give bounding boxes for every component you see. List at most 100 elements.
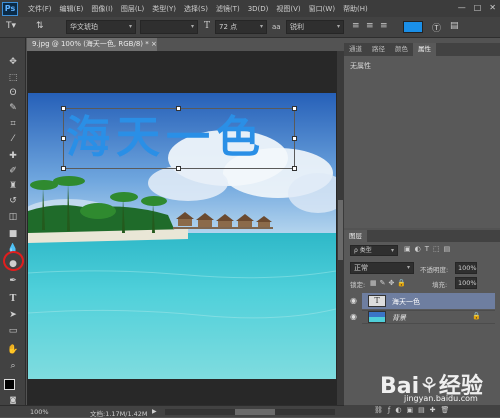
chevron-down-icon: ▾ (406, 264, 410, 271)
status-menu-arrow-icon[interactable]: ▶ (152, 408, 157, 415)
eyedropper-tool-icon[interactable]: ⁄ (6, 133, 20, 146)
text-bounding-box[interactable] (63, 108, 295, 169)
layer-name-background: 背景 (392, 314, 406, 322)
eye-icon[interactable]: ◉ (350, 296, 360, 305)
menu-view[interactable]: 视图(V) (276, 4, 300, 14)
horizontal-scrollbar-thumb[interactable] (235, 409, 275, 415)
marquee-tool-icon[interactable]: ⬚ (6, 72, 20, 85)
font-family-select[interactable]: 华文琥珀 ▾ (66, 20, 136, 34)
tab-properties[interactable]: 属性 (413, 43, 436, 56)
pen-tool-icon[interactable]: ✒ (6, 275, 20, 288)
watermark-url: jingyan.baidu.com (404, 394, 478, 403)
close-button[interactable]: ✕ (489, 3, 496, 12)
quick-select-tool-icon[interactable]: ✎ (6, 102, 20, 115)
character-panel-icon[interactable]: ▤ (450, 21, 459, 31)
blend-mode-value: 正常 (354, 264, 368, 272)
transform-handle[interactable] (61, 166, 66, 171)
crop-tool-icon[interactable]: ⌗ (6, 118, 20, 131)
properties-panel-tabs: 通道 路径 颜色 属性 (344, 43, 500, 56)
chevron-down-icon: ▾ (390, 247, 394, 254)
align-center-icon[interactable]: ≡ (366, 21, 374, 31)
warp-text-icon[interactable]: Ⓣ (432, 21, 441, 34)
history-brush-tool-icon[interactable]: ↺ (6, 195, 20, 208)
font-size-select[interactable]: 72 点 ▾ (215, 20, 267, 34)
layer-kind-value: ρ 类型 (354, 247, 372, 254)
blend-mode-select[interactable]: 正常 ▾ (350, 262, 414, 274)
text-orientation-icon[interactable]: ⇅ (36, 21, 44, 31)
tab-close-icon[interactable]: × (151, 40, 157, 48)
no-properties-label: 无属性 (350, 62, 371, 70)
menu-select[interactable]: 选择(S) (184, 4, 208, 14)
tab-color[interactable]: 颜色 (390, 43, 413, 56)
menu-filter[interactable]: 滤镜(T) (216, 4, 240, 14)
clone-stamp-tool-icon[interactable]: ♜ (6, 180, 20, 193)
zoom-level[interactable]: 100% (30, 408, 49, 416)
type-tool-preset-icon[interactable]: T▾ (6, 21, 16, 31)
menu-image[interactable]: 图像(I) (91, 4, 113, 14)
document-tab[interactable]: 9.jpg @ 100% (海天一色, RGB/8) * × (27, 38, 157, 51)
opacity-value: 100% (458, 264, 477, 272)
transform-handle[interactable] (292, 106, 297, 111)
eraser-tool-icon[interactable]: ◫ (6, 211, 20, 224)
layer-footer-icons[interactable]: ⛓ƒ◐▣▤✚🗑 (374, 406, 454, 414)
menu-3d[interactable]: 3D(D) (248, 5, 269, 13)
healing-brush-tool-icon[interactable]: ✚ (6, 150, 20, 163)
tab-paths[interactable]: 路径 (367, 43, 390, 56)
zoom-tool-icon[interactable]: ⌕ (6, 360, 20, 373)
chevron-down-icon: ▾ (128, 23, 132, 30)
font-family-value: 华文琥珀 (70, 23, 98, 31)
font-style-select[interactable]: ▾ (140, 20, 198, 34)
text-layer-thumbnail: T (368, 295, 386, 307)
hand-tool-icon[interactable]: ✋ (6, 344, 20, 357)
properties-panel-body (344, 56, 500, 228)
fill-label: 填充: (432, 281, 448, 289)
font-size-value: 72 点 (219, 23, 238, 31)
chevron-down-icon: ▾ (336, 23, 340, 30)
antialias-select[interactable]: 锐利 ▾ (286, 20, 344, 34)
menu-layer[interactable]: 图层(L) (121, 4, 144, 14)
opacity-label: 不透明度: (420, 266, 449, 274)
transform-handle[interactable] (292, 166, 297, 171)
tab-channels[interactable]: 通道 (344, 43, 367, 56)
transform-handle[interactable] (61, 106, 66, 111)
menu-bar: Ps 文件(F) 编辑(E) 图像(I) 图层(L) 类型(Y) 选择(S) 滤… (0, 0, 500, 17)
background-layer-thumbnail (368, 311, 386, 323)
eye-icon[interactable]: ◉ (350, 312, 360, 321)
gradient-tool-icon[interactable]: ■ (6, 228, 20, 241)
menu-edit[interactable]: 编辑(E) (60, 4, 84, 14)
lock-icon: 🔒 (472, 312, 481, 320)
transform-handle[interactable] (176, 106, 181, 111)
menu-type[interactable]: 类型(Y) (152, 4, 176, 14)
transform-handle[interactable] (292, 136, 297, 141)
type-tool-icon[interactable]: T (6, 293, 20, 306)
brush-tool-icon[interactable]: ✐ (6, 165, 20, 178)
minimize-button[interactable]: — (458, 3, 466, 12)
foreground-color-swatch[interactable] (4, 379, 15, 390)
tab-layers[interactable]: 图层 (344, 230, 367, 242)
opacity-field[interactable]: 100% (455, 262, 477, 274)
font-size-icon: T (204, 21, 211, 31)
lasso-tool-icon[interactable]: ʘ (6, 87, 20, 100)
fill-value: 100% (458, 279, 477, 287)
align-left-icon[interactable]: ≡ (352, 21, 360, 31)
move-tool-icon[interactable]: ✥ (6, 56, 20, 69)
layer-filter-icons[interactable]: ▣◐T⬚▤ (404, 245, 454, 253)
align-right-icon[interactable]: ≡ (380, 21, 388, 31)
transform-handle[interactable] (61, 136, 66, 141)
lock-icons[interactable]: ▦✎✥🔒 (370, 279, 409, 287)
transform-handle[interactable] (176, 166, 181, 171)
rectangle-tool-icon[interactable]: ▭ (6, 325, 20, 338)
menu-window[interactable]: 窗口(W) (309, 4, 335, 14)
antialias-icon: aa (272, 23, 281, 31)
menu-help[interactable]: 帮助(H) (343, 4, 368, 14)
maximize-button[interactable]: □ (474, 3, 482, 12)
fill-field[interactable]: 100% (455, 277, 477, 289)
layer-kind-filter[interactable]: ρ 类型 ▾ (350, 245, 398, 256)
layers-panel-header: 图层 (344, 230, 500, 242)
vertical-scrollbar-thumb[interactable] (338, 200, 343, 260)
path-select-tool-icon[interactable]: ➤ (6, 309, 20, 322)
antialias-value: 锐利 (290, 23, 304, 31)
text-color-swatch[interactable] (403, 21, 423, 33)
window-controls: — □ ✕ (458, 3, 496, 12)
menu-file[interactable]: 文件(F) (28, 4, 52, 14)
